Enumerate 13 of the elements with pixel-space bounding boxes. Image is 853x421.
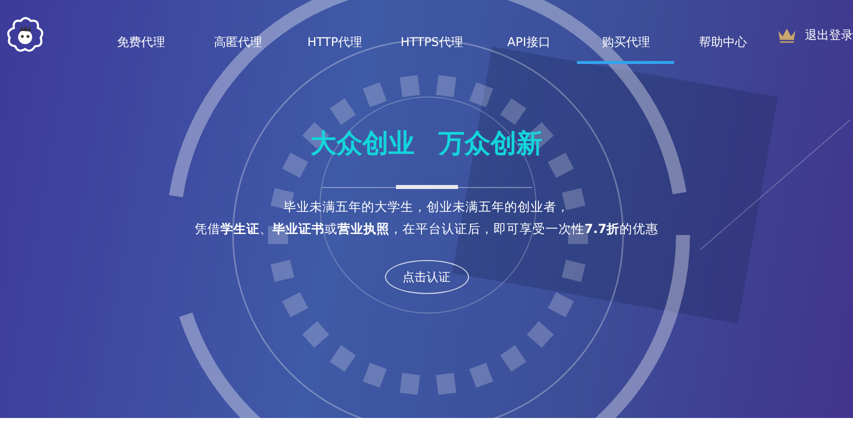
hero-title: 万众创新 [438,128,542,161]
nav-link[interactable]: 购买代理 [577,6,674,64]
nav-link[interactable]: 免费代理 [92,6,190,64]
hero-title: 大众创业 [310,128,414,161]
nav-link[interactable]: 帮助中心 [674,6,772,64]
verify-button[interactable]: 点击认证 [384,260,468,294]
nav-link[interactable]: 高匿代理 [189,6,286,64]
nav-link[interactable]: HTTPS代理 [383,6,480,64]
hero-description: 毕业未满五年的大学生，创业未满五年的创业者， [282,198,570,216]
hero-description: 凭借学生证、毕业证书或营业执照，在平台认证后，即可享受一次性7.7折的优惠 [193,220,660,238]
nav-link[interactable]: HTTP代理 [286,6,384,64]
logout-link[interactable]: 退出登录 [805,26,853,44]
nav-link[interactable]: API接口 [480,6,578,64]
